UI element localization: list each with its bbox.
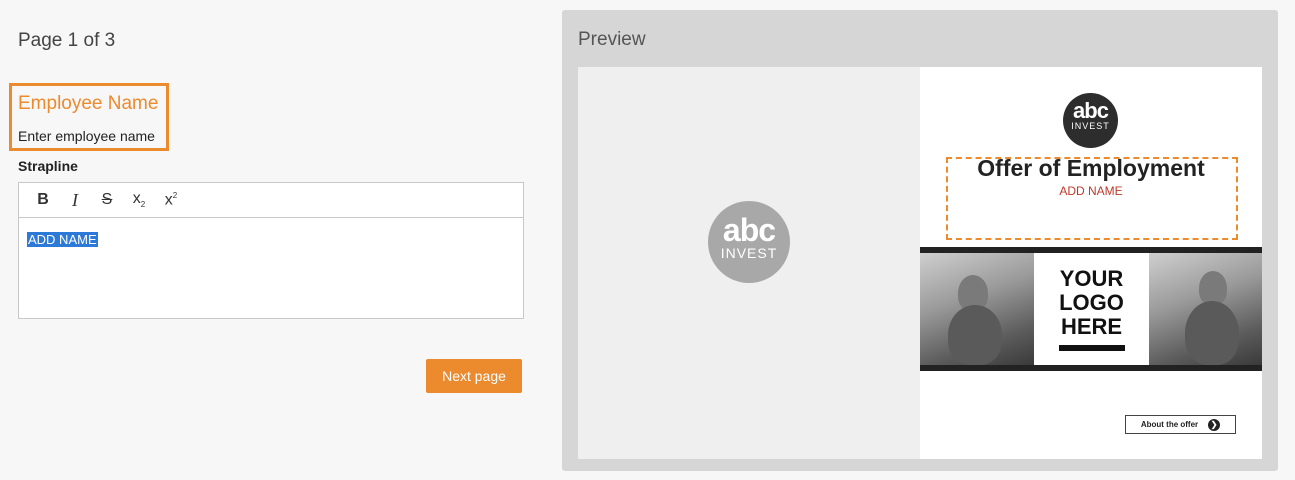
field-title: Employee Name [18,93,159,114]
arrow-right-icon: ❯ [1208,418,1221,431]
bold-button[interactable]: B [27,186,59,214]
selected-text[interactable]: ADD NAME [27,232,98,247]
logo-placeholder: YOUR LOGO HERE [1034,253,1149,365]
left-page: abc INVEST [578,67,920,459]
photo-right [1149,253,1262,365]
subscript-icon: x2 [132,190,146,210]
about-offer-label: About the offer [1140,420,1199,429]
preview-canvas: abc INVEST abc INVEST Offer of Employmen… [578,67,1262,459]
preview-panel: Preview abc INVEST abc INVEST Offer of E… [562,10,1278,471]
abc-invest-logo-small: abc INVEST [1063,93,1118,148]
italic-icon: I [72,189,78,210]
editor-body[interactable]: ADD NAME [19,218,523,261]
subscript-button[interactable]: x2 [123,186,155,214]
bold-icon: B [37,191,49,208]
field-description: Enter employee name [18,128,155,144]
strikethrough-button[interactable]: S [91,186,123,214]
italic-button[interactable]: I [59,186,91,214]
right-page: abc INVEST Offer of Employment ADD NAME … [920,67,1262,459]
editor-toolbar: B I S x2 x2 [19,183,523,218]
photo-left [920,253,1034,365]
rich-text-editor[interactable]: B I S x2 x2 ADD NAME [18,182,524,319]
next-page-button[interactable]: Next page [426,359,522,393]
superscript-button[interactable]: x2 [155,186,187,214]
photo-band: YOUR LOGO HERE [920,247,1262,371]
strapline-label: Strapline [18,158,78,174]
page-indicator: Page 1 of 3 [18,30,116,51]
preview-title: Preview [578,29,646,50]
superscript-icon: x2 [164,190,178,209]
abc-invest-logo: abc INVEST [708,201,790,283]
strikethrough-icon: S [101,191,113,208]
about-offer-button[interactable]: About the offer ❯ [1125,415,1236,434]
editable-region-highlight[interactable] [946,157,1238,240]
